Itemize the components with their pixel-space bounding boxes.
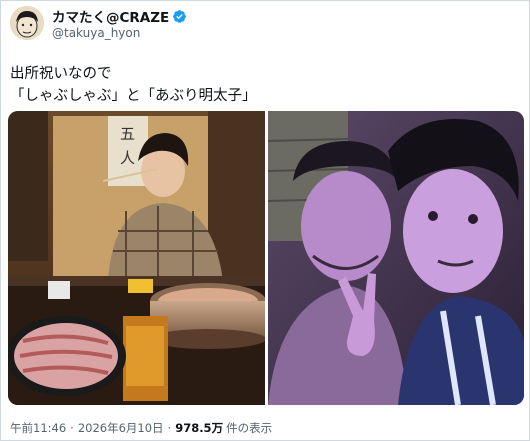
svg-text:人: 人 (120, 149, 135, 167)
tweet-photo-2[interactable] (268, 111, 524, 405)
meta-separator: · (70, 421, 74, 435)
tweet-text-line-2: 「しゃぶしゃぶ」と「あぶり明太子」 (10, 88, 257, 104)
tweet-date[interactable]: 2026年6月10日 (78, 420, 164, 436)
author-handle[interactable]: @takuya_hyon (52, 26, 140, 40)
author-display-name[interactable]: カマたく@CRAZE (52, 6, 169, 26)
views-label: 件の表示 (226, 421, 273, 435)
tweet-meta: 午前11:46 · 2026年6月10日 · 978.5万 件の表示 (10, 420, 272, 436)
avatar[interactable] (10, 6, 44, 40)
tweet-photo-1[interactable]: 五 人 (8, 111, 265, 405)
tweet-time[interactable]: 午前11:46 (10, 420, 66, 436)
tweet-text-line-1: 出所祝いなので (10, 66, 112, 82)
meta-separator-2: · (167, 421, 172, 435)
svg-text:五: 五 (120, 125, 135, 143)
author-name-row[interactable]: カマたく@CRAZE (52, 6, 187, 26)
views-count: 978.5万 (175, 421, 224, 435)
verified-badge-icon (172, 9, 187, 24)
avatar-image (10, 6, 44, 40)
